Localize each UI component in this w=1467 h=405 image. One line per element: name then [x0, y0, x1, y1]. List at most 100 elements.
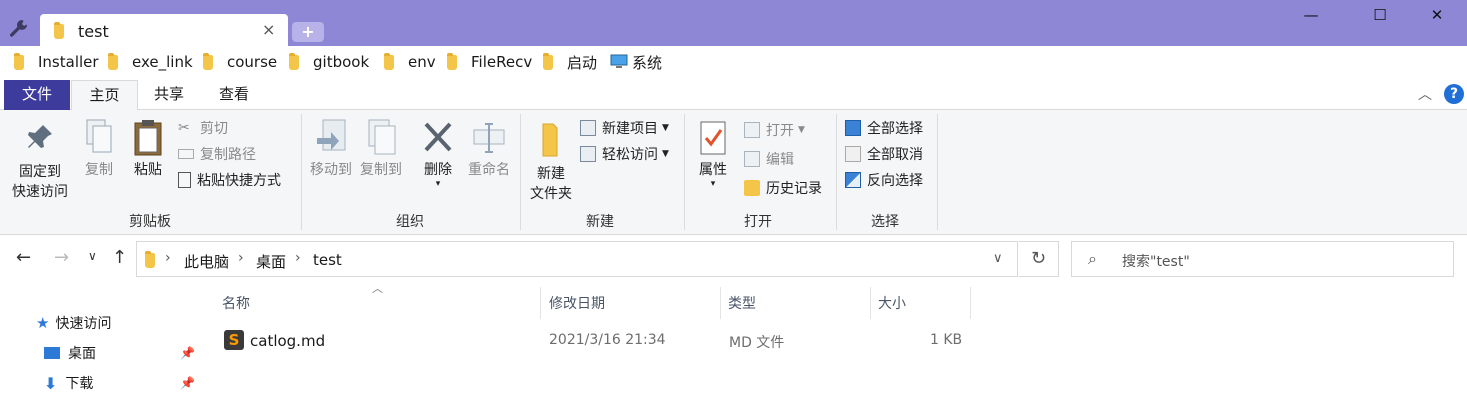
bookmark-env[interactable]: env [384, 46, 436, 78]
tab-title: test [78, 22, 109, 41]
paste-shortcut-button[interactable]: 粘贴快捷方式 [178, 169, 281, 191]
ribbon-tabs: 文件 主页 共享 查看 ︿ ? [0, 78, 1467, 110]
history-button[interactable]: 历史记录 [744, 177, 822, 199]
tab-test[interactable]: test × [40, 14, 288, 46]
open-button[interactable]: 打开 ▼ [744, 119, 805, 141]
copy-to-button[interactable]: 复制到 [356, 118, 406, 180]
tab-close-icon[interactable]: × [262, 20, 275, 39]
divider [301, 114, 302, 230]
close-button[interactable]: ✕ [1414, 4, 1460, 26]
divider [836, 114, 837, 230]
folder-icon [145, 251, 155, 268]
navigation-bar: ← → ∨ ↑ › 此电脑 › 桌面 › test ∨ ↻ ⌕ 搜索"test" [0, 235, 1467, 285]
column-header-size[interactable]: 大小 [878, 293, 906, 313]
computer-icon [610, 54, 628, 68]
chevron-right-icon[interactable]: › [295, 250, 301, 266]
pin-to-quick-access-button[interactable]: 固定到 快速访问 [8, 122, 72, 202]
pin-label: 快速访问 [12, 184, 68, 200]
paste-label: 粘贴 [134, 162, 162, 178]
select-none-button[interactable]: 全部取消 [845, 143, 923, 165]
edit-button[interactable]: 编辑 [744, 148, 794, 170]
chevron-right-icon[interactable]: › [238, 250, 244, 266]
easy-access-label: 轻松访问 [602, 147, 658, 163]
tab-share[interactable]: 共享 [140, 80, 198, 110]
help-icon[interactable]: ? [1444, 84, 1464, 104]
select-all-button[interactable]: 全部选择 [845, 117, 923, 139]
column-header-name[interactable]: 名称 [222, 293, 250, 313]
nav-item-desktop[interactable]: 桌面 [44, 343, 96, 363]
minimize-button[interactable]: — [1288, 4, 1334, 26]
new-tab-button[interactable]: + [292, 22, 324, 42]
column-divider[interactable] [870, 287, 871, 319]
recent-locations-chevron-icon[interactable]: ∨ [88, 249, 97, 263]
copy-button[interactable]: 复制 [78, 118, 120, 180]
column-divider[interactable] [720, 287, 721, 319]
breadcrumb-test[interactable]: test [313, 251, 342, 269]
cut-button[interactable]: ✂ 剪切 [178, 117, 228, 139]
invert-selection-button[interactable]: 反向选择 [845, 169, 923, 191]
select-none-label: 全部取消 [867, 147, 923, 163]
breadcrumb-this-pc[interactable]: 此电脑 [184, 251, 229, 272]
bookmark-course[interactable]: course [203, 46, 277, 78]
file-type: MD 文件 [729, 335, 785, 351]
new-item-icon [580, 120, 596, 136]
rename-button[interactable]: 重命名 [463, 118, 515, 180]
chevron-right-icon[interactable]: › [165, 250, 171, 266]
nav-item-quick-access[interactable]: ★ 快速访问 [36, 313, 111, 333]
column-divider[interactable] [540, 287, 541, 319]
bookmark-startup[interactable]: 启动 [543, 46, 597, 78]
copy-path-button[interactable]: 复制路径 [178, 143, 256, 165]
up-arrow-icon[interactable]: ↑ [112, 247, 127, 268]
folder-icon [203, 52, 213, 70]
file-size: 1 KB [930, 332, 963, 348]
properties-label: 属性 [699, 162, 727, 178]
search-icon: ⌕ [1088, 249, 1097, 268]
tab-file[interactable]: 文件 [4, 80, 70, 110]
bookmarks-bar: Installer exe_link course gitbook env Fi… [0, 46, 1467, 78]
column-header-type[interactable]: 类型 [728, 293, 756, 313]
search-box[interactable]: ⌕ 搜索"test" [1071, 241, 1454, 277]
rename-icon [473, 123, 505, 153]
easy-access-button[interactable]: 轻松访问 ▼ [580, 143, 669, 165]
group-label-organize: 组织 [396, 214, 424, 230]
nav-item-label: 下载 [65, 376, 94, 392]
wrench-icon[interactable] [8, 18, 30, 40]
properties-button[interactable]: 属性 ▾ [692, 118, 734, 189]
column-header-modified[interactable]: 修改日期 [549, 293, 605, 313]
sublime-file-icon: S [224, 330, 244, 350]
bookmark-exe-link[interactable]: exe_link [108, 46, 193, 78]
bookmark-gitbook[interactable]: gitbook [289, 46, 369, 78]
maximize-button[interactable]: ☐ [1357, 4, 1403, 26]
chevron-down-icon: ▾ [435, 179, 441, 189]
divider [937, 114, 938, 230]
tab-view[interactable]: 查看 [205, 80, 263, 110]
back-arrow-icon[interactable]: ← [16, 247, 31, 268]
open-label: 打开 [766, 123, 794, 139]
bookmark-system[interactable]: 系统 [610, 46, 662, 78]
tab-home[interactable]: 主页 [71, 80, 138, 110]
address-bar[interactable]: › 此电脑 › 桌面 › test ∨ [136, 241, 1018, 277]
new-folder-button[interactable]: 新建 文件夹 [525, 120, 577, 204]
forward-arrow-icon[interactable]: → [54, 247, 69, 268]
ribbon: 固定到 快速访问 复制 粘贴 ✂ 剪切 复制路径 粘贴快捷方式 剪贴板 移动到 复… [0, 110, 1467, 235]
group-label-select: 选择 [871, 214, 899, 230]
bookmark-installer[interactable]: Installer [14, 46, 99, 78]
bookmark-filerecv[interactable]: FileRecv [447, 46, 532, 78]
collapse-ribbon-icon[interactable]: ︿ [1418, 84, 1432, 104]
star-icon: ★ [36, 314, 50, 332]
bookmark-label: exe_link [132, 53, 193, 71]
delete-label: 删除 [424, 162, 452, 178]
chevron-down-icon[interactable]: ∨ [993, 251, 1003, 266]
folder-icon [289, 52, 299, 70]
nav-item-downloads[interactable]: ⬇ 下载 [44, 373, 93, 393]
file-modified: 2021/3/16 21:34 [549, 332, 666, 348]
breadcrumb-desktop[interactable]: 桌面 [256, 251, 286, 272]
delete-button[interactable]: 删除 ▾ [418, 118, 458, 189]
column-divider[interactable] [970, 287, 971, 319]
move-to-button[interactable]: 移动到 [306, 118, 356, 180]
new-item-button[interactable]: 新建项目 ▼ [580, 117, 669, 139]
file-name: catlog.md [250, 332, 326, 350]
paste-button[interactable]: 粘贴 [127, 118, 169, 180]
delete-icon [424, 122, 452, 152]
refresh-icon[interactable]: ↻ [1019, 241, 1059, 277]
